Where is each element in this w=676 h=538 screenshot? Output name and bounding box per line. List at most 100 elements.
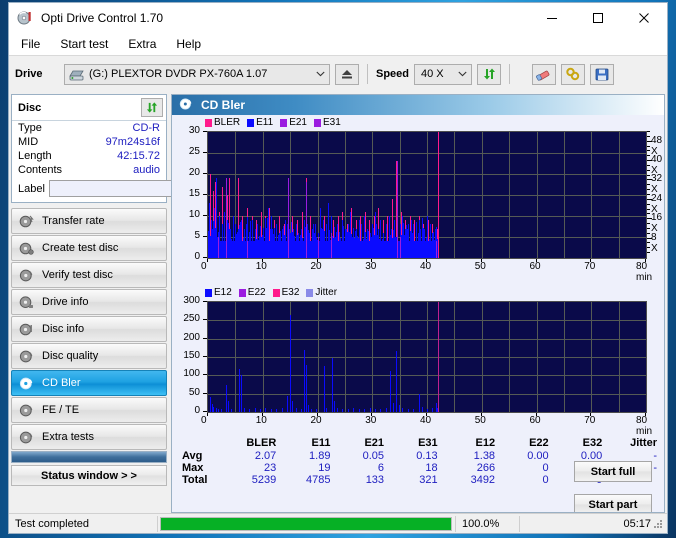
y-axis-tick: [203, 301, 207, 302]
eject-button[interactable]: [335, 63, 359, 85]
close-button[interactable]: [621, 3, 667, 33]
right-axis-minor-tick: [647, 174, 650, 176]
disc-type-value: CD-R: [132, 122, 161, 134]
chart-data-spike: [336, 224, 338, 258]
chart-data-spike: [215, 408, 217, 412]
title-bar: Opti Drive Control 1.70: [9, 3, 667, 33]
gridline-horizontal: [208, 195, 646, 196]
sidebar-item-transfer-rate[interactable]: Transfer rate: [11, 208, 167, 234]
x-axis-tick-label: 30: [365, 415, 377, 426]
chart-data-spike: [270, 408, 272, 412]
status-window-button[interactable]: Status window > >: [11, 465, 167, 486]
minimize-button[interactable]: [529, 3, 575, 33]
refresh-speed-button[interactable]: [477, 63, 502, 85]
disc-speed-icon: [19, 214, 34, 229]
chart-data-spike: [374, 408, 376, 412]
x-axis-tick: [316, 413, 318, 416]
y-axis-tick-label: 250: [183, 313, 200, 325]
y-axis-tick-label: 0: [194, 251, 200, 262]
chart2-plot-area[interactable]: [207, 301, 647, 413]
stats-row-label: Avg: [182, 450, 203, 462]
chart-data-spike: [312, 228, 314, 258]
chart1-legend: BLER E11 E21 E31: [205, 117, 345, 128]
window-controls: [529, 3, 667, 33]
menu-item-start-test[interactable]: Start test: [58, 35, 117, 53]
sidebar-item-extra-tests[interactable]: Extra tests: [11, 424, 167, 450]
right-axis-minor-tick: [647, 184, 650, 186]
x-axis-tick-label: 50: [474, 261, 486, 272]
chevron-down-icon[interactable]: [454, 65, 471, 84]
y-axis-tick: [203, 215, 207, 216]
chevron-down-icon[interactable]: [312, 65, 329, 84]
disc-info-box: Disc Type CD-R MID 97m24s16f Length 42:1…: [11, 94, 253, 203]
right-axis-minor-tick: [647, 189, 650, 191]
maximize-button[interactable]: [575, 3, 621, 33]
chart-data-spike: [238, 369, 240, 412]
speed-label: Speed: [376, 68, 410, 80]
chart1-plot-area[interactable]: [207, 131, 647, 259]
y-axis-tick-label: 300: [183, 295, 200, 306]
sidebar-item-drive-info[interactable]: Drive info: [11, 289, 167, 315]
chart-data-spike: [291, 401, 293, 412]
sidebar-item-fe-te[interactable]: FE / TE: [11, 397, 167, 423]
chart-data-spike: [251, 220, 253, 258]
disc-row-mid: MID 97m24s16f: [12, 135, 166, 149]
speed-select[interactable]: 40 X: [414, 63, 473, 85]
legend-label: E32: [281, 287, 300, 298]
stats-col-e21: E21: [364, 437, 385, 449]
chart-data-spike: [374, 211, 376, 258]
left-panel: Disc Type CD-R MID 97m24s16f Length 42:1…: [9, 92, 253, 513]
sidebar-item-create-test-disc[interactable]: Create test disc: [11, 235, 167, 261]
stats-cell: 4785: [305, 474, 331, 486]
disc-info-icon: [19, 295, 34, 310]
disc-refresh-button[interactable]: [141, 98, 163, 117]
chart-data-spike: [391, 228, 393, 258]
y-axis-tick-label: 5: [194, 230, 200, 241]
sidebar-item-cd-bler[interactable]: CD Bler: [11, 370, 167, 396]
stats-col-e22: E22: [529, 437, 549, 449]
chart-data-spike: [216, 178, 218, 258]
menu-item-help[interactable]: Help: [174, 35, 210, 53]
chart-data-spike: [413, 232, 415, 258]
chart-data-spike: [254, 228, 256, 258]
chart-data-spike: [385, 224, 387, 258]
stats-cell: 18: [425, 462, 438, 474]
stats-cell: 0: [542, 462, 549, 474]
chart-data-spike: [221, 224, 223, 258]
chart-data-spike: [410, 220, 412, 258]
x-axis-tick: [207, 259, 208, 262]
chart-data-spike: [240, 375, 242, 412]
legend-label: BLER: [214, 117, 241, 128]
disc-contents-key: Contents: [18, 164, 63, 176]
drive-select[interactable]: (G:) PLEXTOR DVDR PX-760A 1.07: [64, 63, 330, 85]
stats-cell: 3492: [470, 474, 496, 486]
legend-swatch-icon: [306, 288, 314, 297]
menu-item-extra[interactable]: Extra: [126, 35, 165, 53]
resize-grip[interactable]: [652, 518, 664, 530]
chart-data-spike: [295, 224, 297, 258]
chart-data-spike: [306, 182, 307, 258]
application-window: Opti Drive Control 1.70 File Start test …: [8, 2, 668, 534]
erase-button[interactable]: [532, 63, 557, 85]
sidebar-item-disc-info[interactable]: Disc info: [11, 316, 167, 342]
right-axis-minor-tick: [647, 155, 650, 157]
right-axis-minor-tick: [647, 242, 650, 244]
start-part-button[interactable]: Start part: [574, 494, 652, 512]
progress-bar: [160, 516, 452, 531]
save-button[interactable]: [590, 63, 615, 85]
sidebar-item-label: Verify test disc: [42, 269, 113, 281]
start-full-button[interactable]: Start full: [574, 461, 652, 482]
settings-button[interactable]: [561, 63, 586, 85]
chart-container: BLER E11 E21 E31 0 5 10 15 20 25 30 0 10 20 30 40 50 60 7…: [172, 115, 664, 512]
x-axis-tick-label: 60: [529, 415, 541, 426]
stats-cell: 0.13: [416, 450, 438, 462]
y-axis-tick-label: 150: [183, 350, 200, 361]
sidebar-item-verify-test-disc[interactable]: Verify test disc: [11, 262, 167, 288]
x-axis-tick-label: 60: [529, 261, 541, 272]
chart-data-spike: [306, 365, 307, 412]
chart-data-spike: [214, 207, 216, 258]
sidebar-item-disc-quality[interactable]: Disc quality: [11, 343, 167, 369]
menu-item-file[interactable]: File: [19, 35, 49, 53]
stats-col-e31: E31: [418, 437, 438, 449]
y-axis-tick-label: 30: [188, 125, 200, 136]
